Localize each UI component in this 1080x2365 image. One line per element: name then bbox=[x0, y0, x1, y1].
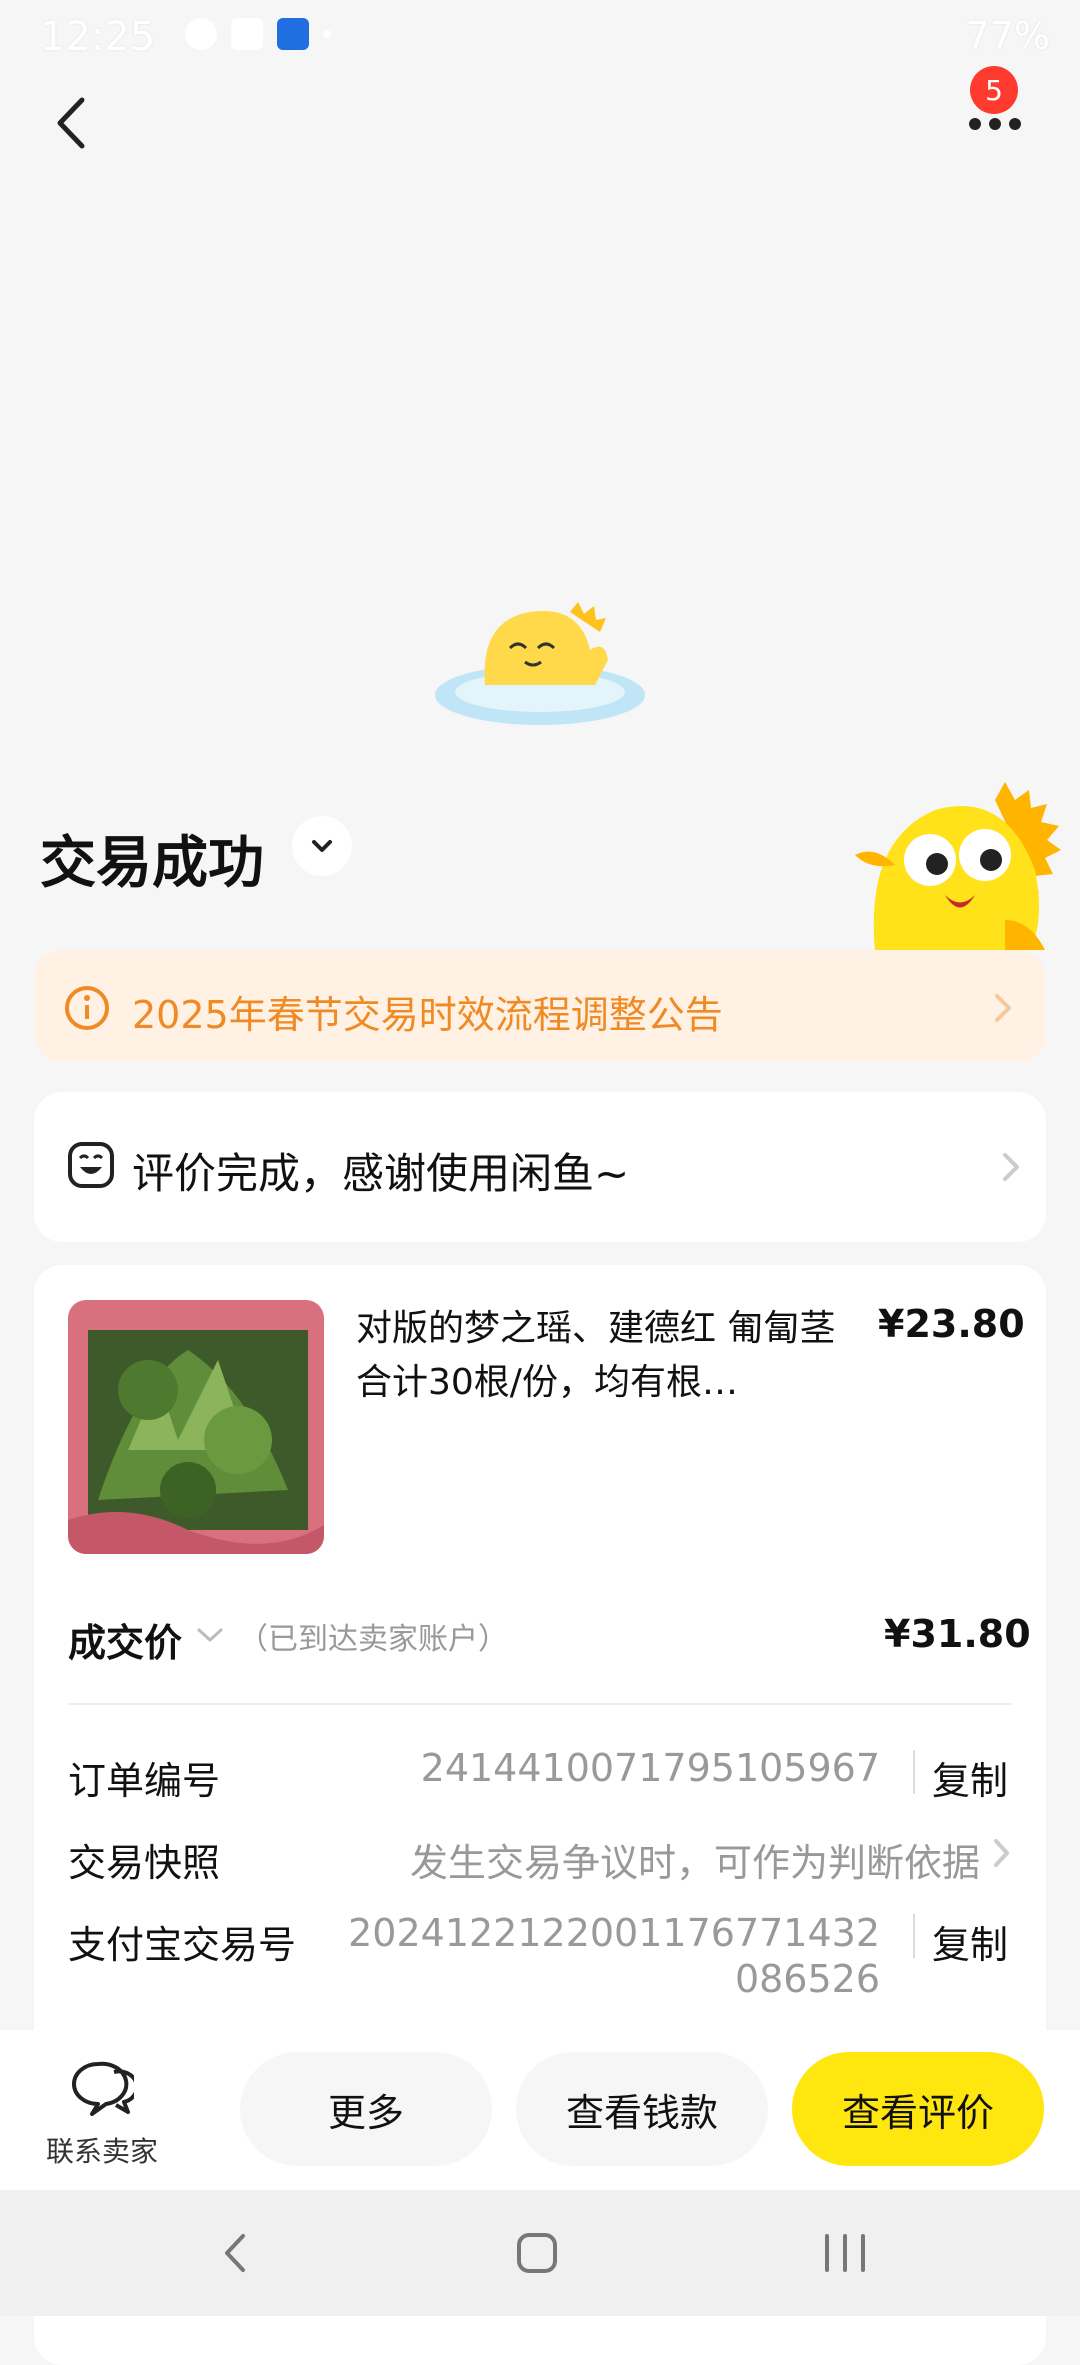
snapshot-label: 交易快照 bbox=[68, 1841, 221, 1885]
copy-order-number-button[interactable]: 复制 bbox=[932, 1750, 1008, 1805]
chevron-right-icon bbox=[988, 990, 1018, 1026]
view-review-button[interactable]: 查看评价 bbox=[792, 2052, 1044, 2166]
product-price: ¥23.80 bbox=[878, 1302, 1025, 1346]
status-expand-button[interactable] bbox=[292, 816, 352, 876]
fish-mascot-illustration bbox=[430, 590, 650, 740]
back-arrow-icon bbox=[57, 97, 85, 149]
chevron-down-icon[interactable] bbox=[194, 1622, 226, 1648]
alipay-trade-number-line2: 086526 bbox=[734, 1957, 880, 2001]
divider bbox=[68, 1703, 1012, 1705]
more-actions-button[interactable]: 更多 bbox=[240, 2052, 492, 2166]
wechat-icon bbox=[185, 18, 217, 50]
chevron-right-icon[interactable] bbox=[990, 1836, 1014, 1870]
snapshot-description[interactable]: 发生交易争议时，可作为判断依据 bbox=[380, 1832, 980, 1887]
separator bbox=[913, 1750, 915, 1794]
app-notification-icon bbox=[277, 18, 309, 50]
fish-mascot-peeking-illustration bbox=[845, 780, 1075, 950]
chat-bubble-icon[interactable] bbox=[68, 2058, 139, 2118]
battery-level: 77% bbox=[965, 14, 1050, 58]
gallery-icon bbox=[231, 18, 263, 50]
view-payment-button[interactable]: 查看钱款 bbox=[516, 2052, 768, 2166]
info-icon bbox=[64, 985, 110, 1031]
status-notification-icons bbox=[185, 18, 331, 50]
chevron-down-icon bbox=[312, 840, 332, 852]
order-number-label: 订单编号 bbox=[68, 1759, 221, 1803]
announcement-text: 2025年春节交易时效流程调整公告 bbox=[132, 993, 723, 1037]
alipay-trade-number-line1: 2024122122001176771432 bbox=[348, 1911, 880, 1955]
alipay-trade-number-value: 2024122122001176771432 086526 bbox=[340, 1910, 880, 2002]
notification-badge: 5 bbox=[970, 66, 1018, 114]
alipay-trade-number-label: 支付宝交易号 bbox=[68, 1923, 297, 1967]
separator bbox=[913, 1914, 915, 1958]
dot-icon bbox=[323, 30, 331, 38]
final-price-note: （已到达卖家账户） bbox=[238, 1622, 508, 1657]
contact-seller-label[interactable]: 联系卖家 bbox=[46, 2130, 158, 2170]
order-number-value: 2414410071795105967 bbox=[420, 1746, 880, 1790]
product-thumbnail[interactable] bbox=[68, 1300, 324, 1554]
smiley-face-icon bbox=[66, 1140, 116, 1190]
back-button[interactable] bbox=[40, 88, 110, 158]
review-status-text: 评价完成，感谢使用闲鱼~ bbox=[132, 1149, 630, 1198]
product-title[interactable]: 对版的梦之瑶、建德红 匍匐茎合计30根/份，均有根… bbox=[356, 1302, 836, 1410]
system-recent-apps-icon[interactable] bbox=[815, 2228, 875, 2278]
page-title: 交易成功 bbox=[40, 831, 264, 896]
system-home-icon[interactable] bbox=[512, 2228, 562, 2278]
status-time: 12:25 bbox=[40, 14, 156, 60]
copy-alipay-number-button[interactable]: 复制 bbox=[932, 1914, 1008, 1969]
final-price-value: ¥31.80 bbox=[884, 1612, 1031, 1656]
system-back-icon[interactable] bbox=[215, 2228, 255, 2278]
status-bar bbox=[0, 0, 1080, 80]
final-price-label[interactable]: 成交价 bbox=[68, 1612, 182, 1667]
chevron-right-icon bbox=[998, 1150, 1024, 1184]
